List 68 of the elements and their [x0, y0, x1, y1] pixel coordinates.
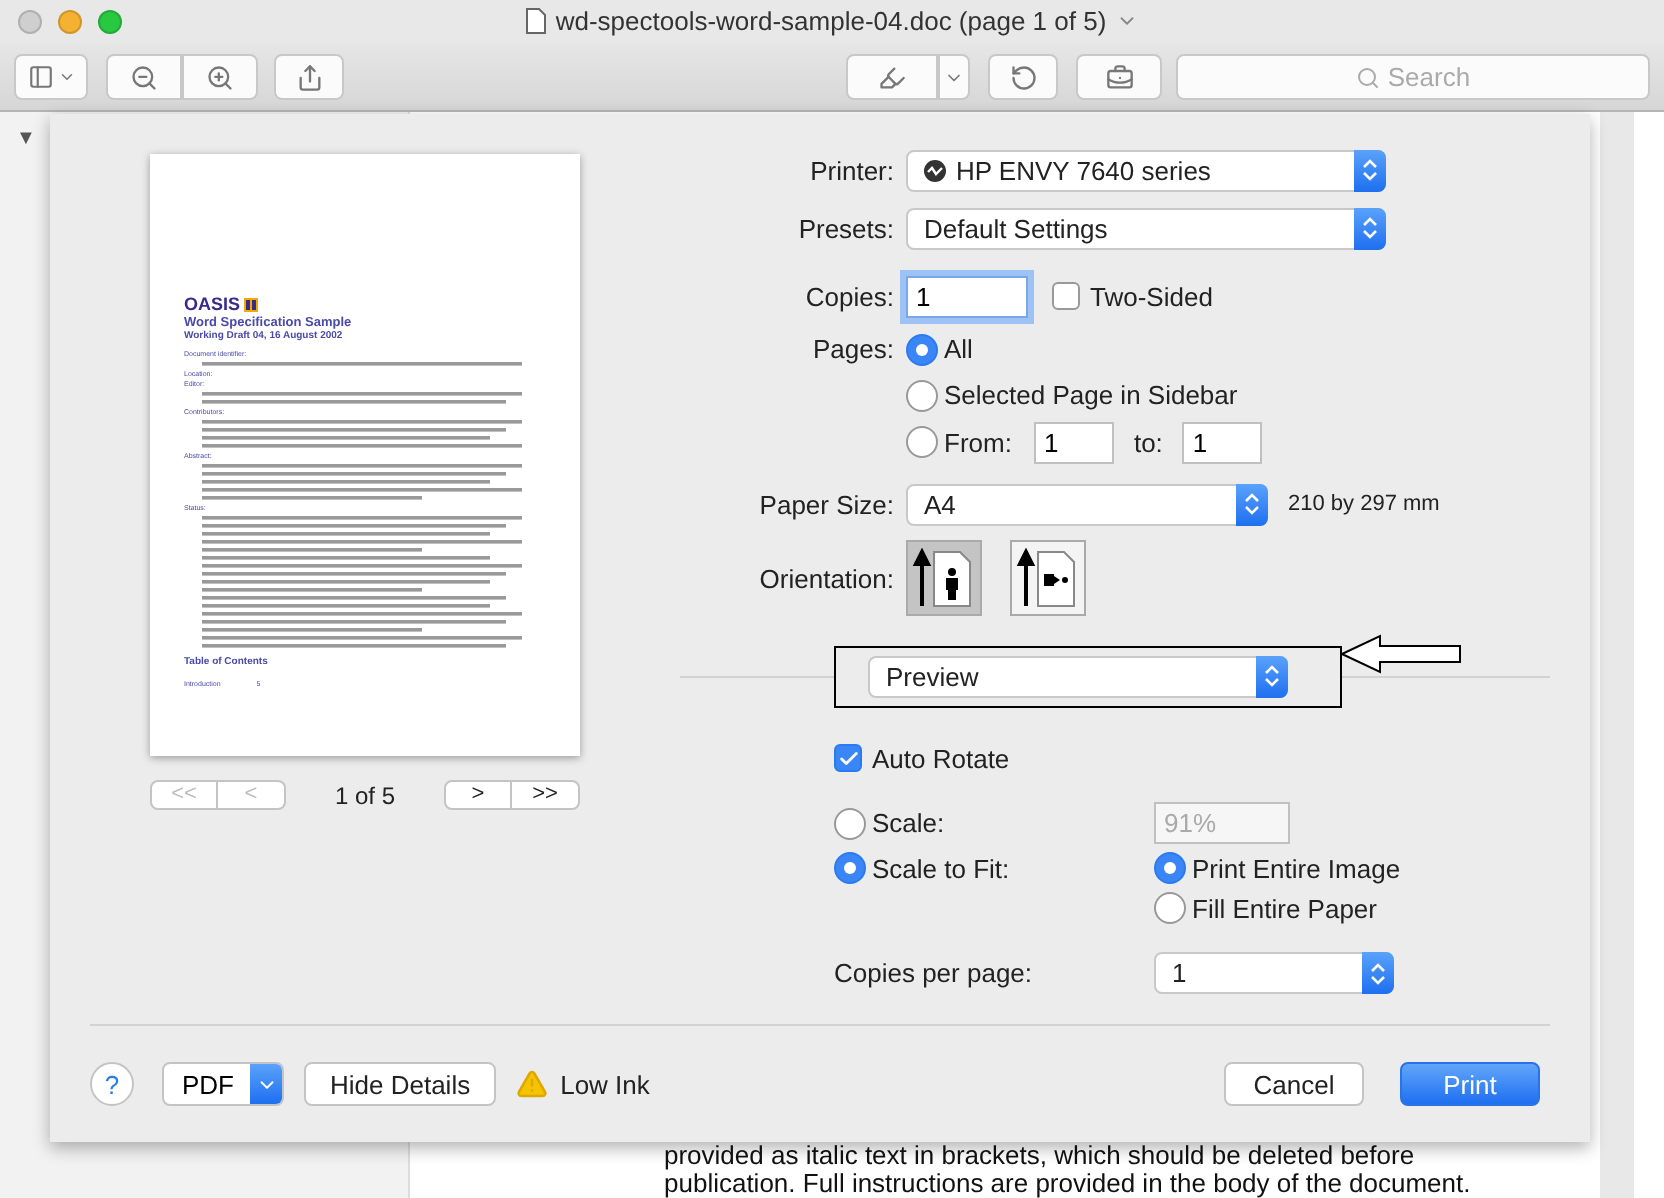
stepper-icon	[1362, 158, 1378, 182]
pen-icon	[878, 63, 906, 91]
auto-rotate-checkbox[interactable]: Auto Rotate	[834, 734, 1590, 782]
zoom-button[interactable]	[98, 10, 122, 34]
share-icon	[295, 63, 323, 91]
presets-popup[interactable]: Default Settings	[906, 207, 1386, 249]
zoom-in-button[interactable]	[182, 54, 258, 100]
stepper-icon	[1370, 961, 1386, 985]
rotate-icon	[1009, 63, 1037, 91]
share-button[interactable]	[274, 54, 344, 100]
paper-dimensions: 210 by 297 mm	[1288, 492, 1440, 516]
orientation-button[interactable]	[1010, 540, 1086, 616]
sidebar-toggle[interactable]: ▼	[16, 128, 36, 150]
copies-field[interactable]: 1	[906, 275, 1028, 317]
fit-option-radio[interactable]: Fill Entire Paper	[1154, 892, 1590, 924]
stepper-icon	[1244, 492, 1260, 516]
toolbox-icon	[1105, 63, 1133, 91]
document-text: publication. Full instructions are provided in the body of the document.	[664, 1170, 1473, 1198]
cancel-button[interactable]: Cancel	[1224, 1062, 1364, 1106]
rotate-button[interactable]	[988, 54, 1058, 100]
page-range-radio[interactable]: All	[906, 333, 973, 365]
field-label: to:	[1133, 427, 1163, 457]
oasis-logo: OASIS	[184, 294, 556, 314]
window-title: wd-spectools-word-sample-04.doc (page 1 of 5)	[555, 6, 1107, 36]
copies-per-page-popup[interactable]: 1	[1154, 952, 1394, 994]
paper-size-popup[interactable]: A4	[906, 483, 1268, 525]
page-range-radio[interactable]: Selected Page in Sidebar	[906, 379, 1238, 411]
page-nav-button[interactable]: >	[444, 780, 512, 810]
warning-icon	[516, 1068, 549, 1100]
to-field[interactable]: 1	[1182, 421, 1263, 463]
warning-text: Low Ink	[560, 1069, 650, 1099]
page-range-radio[interactable]: From:	[906, 426, 1012, 458]
field-label: Printer:	[808, 155, 894, 185]
document-icon	[525, 8, 546, 34]
landscape-icon	[1016, 548, 1080, 608]
printer-popup[interactable]: HP ENVY 7640 series	[906, 149, 1386, 191]
sidebar-button[interactable]	[14, 54, 88, 100]
field-label: Copies per page:	[834, 958, 1035, 988]
fit-option-radio[interactable]: Print Entire Image	[1154, 852, 1590, 884]
orientation-button[interactable]	[906, 540, 982, 616]
field-label: Paper Size:	[757, 489, 894, 519]
two-sided-checkbox[interactable]: Two-Sided	[1052, 281, 1213, 311]
zoom-in-icon	[206, 63, 234, 91]
field-label: Orientation:	[757, 563, 894, 593]
checkmark-icon	[837, 747, 859, 769]
search-icon	[1355, 65, 1380, 89]
stepper-icon	[1264, 664, 1280, 688]
toolbox-button[interactable]	[1076, 54, 1162, 100]
pdf-menu-button[interactable]: PDF	[162, 1062, 284, 1106]
document-text: provided as italic text in brackets, which should be deleted before	[664, 1142, 1417, 1170]
hide-details-button[interactable]: Hide Details	[304, 1062, 497, 1106]
printer-status-icon	[924, 159, 946, 181]
markup-button[interactable]	[846, 54, 938, 100]
zoom-out-icon	[130, 63, 158, 91]
stepper-icon	[1362, 216, 1378, 240]
page-indicator: 1 of 5	[332, 781, 398, 809]
help-button[interactable]: ?	[90, 1062, 134, 1106]
field-label: Pages:	[811, 334, 894, 364]
scroll-bar[interactable]	[1600, 112, 1634, 1198]
zoom-out-button[interactable]	[106, 54, 182, 100]
field-label: Copies:	[803, 281, 894, 311]
page-nav-button[interactable]: >>	[512, 780, 580, 810]
field-label: Presets:	[796, 213, 894, 243]
chevron-icon	[57, 68, 75, 86]
portrait-icon	[912, 548, 976, 608]
section-popup[interactable]: Preview	[868, 655, 1288, 697]
from-field[interactable]: 1	[1033, 421, 1114, 463]
sidebar-icon	[27, 64, 53, 90]
